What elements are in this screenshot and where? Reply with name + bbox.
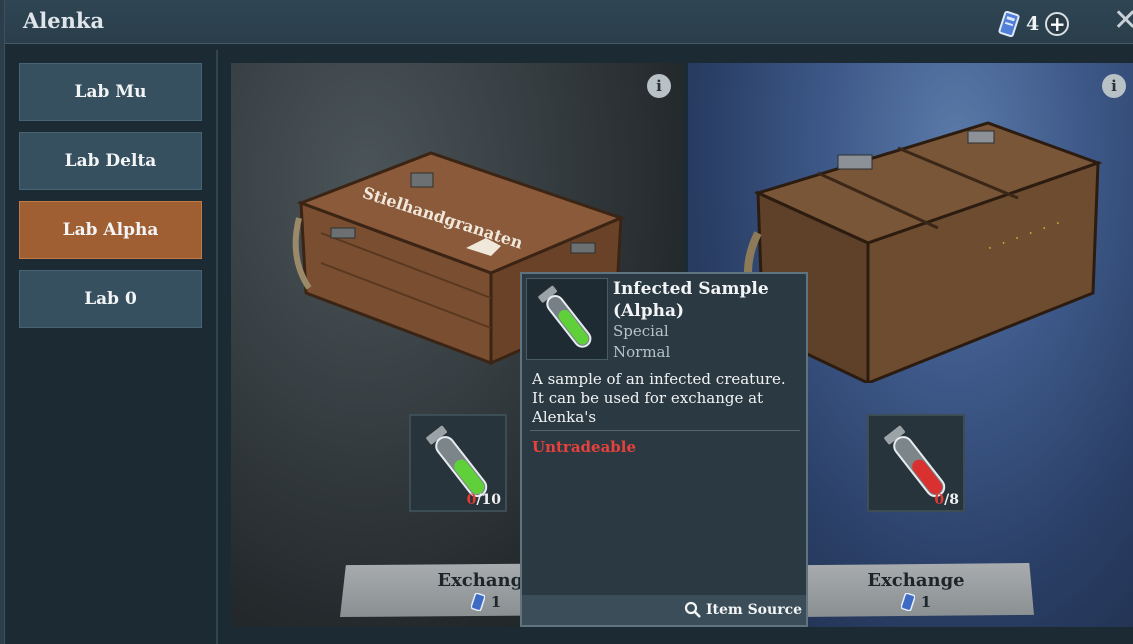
sidebar-item-lab-delta[interactable]: Lab Delta — [19, 132, 202, 190]
exchange-button[interactable]: Exchange 1 — [798, 563, 1034, 617]
sidebar-item-label: Lab 0 — [84, 289, 137, 309]
trader-window: Alenka 4 + ✕ Lab Mu Lab Delta Lab Alpha … — [4, 0, 1133, 644]
item-count: 0/8 — [934, 492, 959, 508]
sidebar-item-label: Lab Alpha — [62, 220, 159, 240]
close-icon: ✕ — [1113, 3, 1133, 38]
tooltip-divider — [530, 430, 800, 431]
sidebar-item-lab-0[interactable]: Lab 0 — [19, 270, 202, 328]
tooltip-item-quality: Normal — [613, 343, 671, 361]
tooltip-trade-status: Untradeable — [532, 438, 637, 456]
ticket-count: 4 — [1026, 13, 1040, 35]
add-tickets-button[interactable]: + — [1045, 12, 1070, 36]
ticket-icon — [900, 592, 915, 611]
search-icon — [684, 601, 701, 618]
sidebar-divider — [216, 50, 218, 644]
item-tooltip: Infected Sample (Alpha) Special Normal A… — [520, 272, 808, 627]
green-sample-tube-icon — [537, 284, 592, 348]
tooltip-item-name: Infected Sample (Alpha) — [613, 279, 769, 321]
item-count: 0/10 — [466, 492, 501, 508]
title-bar: Alenka 4 + ✕ — [5, 0, 1133, 44]
sidebar-item-lab-mu[interactable]: Lab Mu — [19, 63, 202, 121]
tooltip-item-thumbnail — [526, 278, 608, 360]
exchange-cost: 1 — [470, 592, 501, 611]
exchange-button-label: Exchange — [867, 569, 965, 591]
sidebar-item-label: Lab Delta — [64, 151, 157, 171]
lab-sidebar: Lab Mu Lab Delta Lab Alpha Lab 0 — [19, 63, 202, 339]
sidebar-item-label: Lab Mu — [74, 82, 147, 102]
item-slot-red-sample[interactable]: 0/8 — [867, 414, 965, 512]
item-source-button[interactable]: Item Source — [522, 595, 806, 625]
window-title: Alenka — [23, 8, 105, 33]
ticket-icon — [470, 592, 485, 611]
sidebar-item-lab-alpha[interactable]: Lab Alpha — [19, 201, 202, 259]
tooltip-description: A sample of an infected creature. It can… — [532, 370, 786, 426]
plus-icon: + — [1048, 12, 1066, 36]
item-source-label: Item Source — [705, 602, 802, 618]
tooltip-item-rarity: Special — [613, 322, 669, 340]
ticket-balance: 4 + — [998, 10, 1070, 38]
ticket-icon — [998, 11, 1020, 37]
exchange-cost: 1 — [900, 592, 931, 611]
item-slot-green-sample[interactable]: 0/10 — [409, 414, 507, 512]
close-button[interactable]: ✕ — [1113, 6, 1133, 36]
info-icon[interactable]: i — [647, 74, 671, 98]
